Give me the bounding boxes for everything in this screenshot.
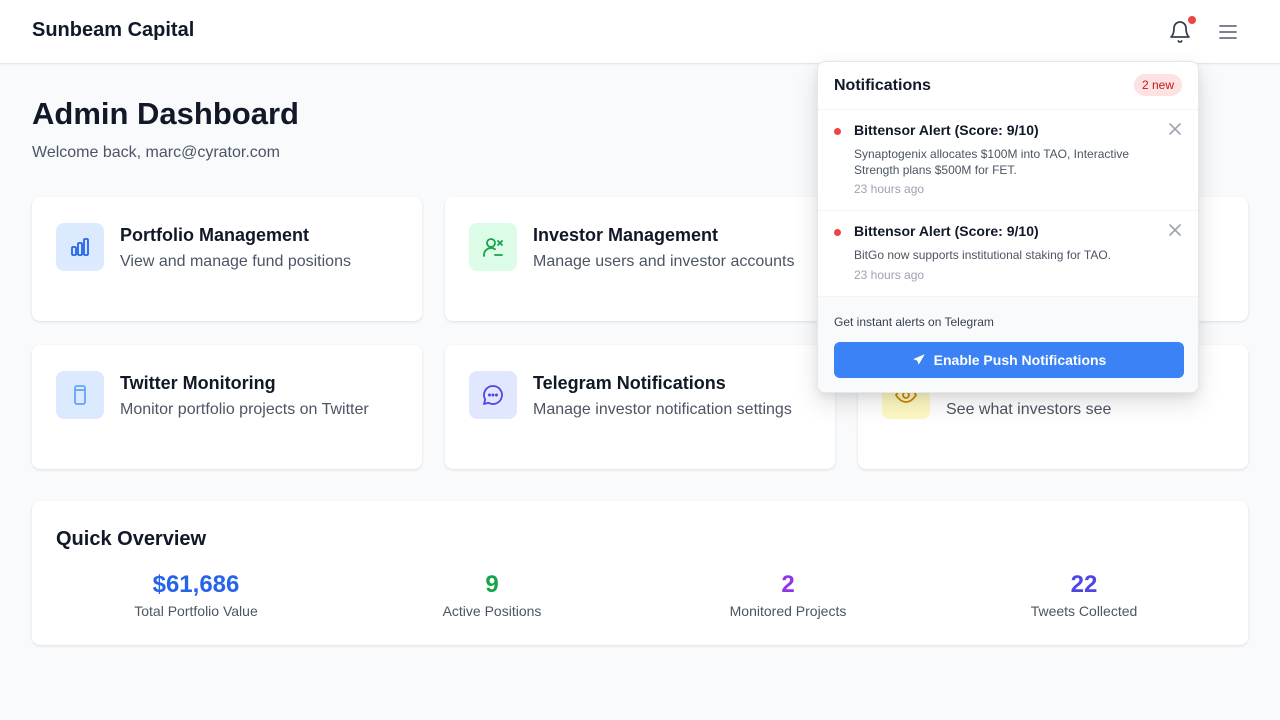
card-description: See what investors see [946, 401, 1112, 418]
quick-overview-title: Quick Overview [56, 528, 207, 550]
telegram-send-icon [912, 354, 925, 365]
stat-value: 2 [781, 571, 795, 598]
new-count-badge: 2 new [1133, 74, 1182, 96]
stat-total-portfolio-value: $61,686 Total Portfolio Value [48, 571, 344, 619]
close-icon[interactable] [1168, 223, 1182, 237]
stat-label: Tweets Collected [1030, 603, 1138, 619]
welcome-message: Welcome back, marc@cyrator.com [32, 144, 281, 161]
card-description: Manage users and investor accounts [533, 253, 795, 270]
portfolio-management-card[interactable]: Portfolio Management View and manage fun… [32, 197, 422, 321]
stat-value: 22 [1070, 571, 1098, 598]
bar-chart-icon [56, 223, 104, 271]
telegram-notifications-card[interactable]: Telegram Notifications Manage investor n… [445, 345, 835, 469]
card-title: Portfolio Management [120, 225, 310, 245]
enable-push-notifications-button[interactable]: Enable Push Notifications [834, 342, 1184, 378]
twitter-monitoring-card[interactable]: Twitter Monitoring Monitor portfolio pro… [32, 345, 422, 469]
close-icon[interactable] [1168, 122, 1182, 136]
stat-active-positions: 9 Active Positions [344, 571, 640, 619]
unread-dot [834, 229, 841, 236]
notification-time: 23 hours ago [854, 268, 925, 282]
investor-management-card[interactable]: Investor Management Manage users and inv… [445, 197, 835, 321]
notifications-title: Notifications [834, 77, 931, 94]
notification-body: Synaptogenix allocates $100M into TAO, I… [854, 147, 1130, 177]
stat-label: Total Portfolio Value [134, 603, 258, 619]
card-title: Telegram Notifications [533, 373, 726, 393]
notification-body: BitGo now supports institutional staking… [854, 248, 1112, 262]
stat-monitored-projects: 2 Monitored Projects [640, 571, 936, 619]
notification-time: 23 hours ago [854, 182, 925, 196]
top-navigation-bar: Sunbeam Capital [0, 0, 1280, 64]
card-description: Monitor portfolio projects on Twitter [120, 401, 369, 418]
card-title: Investor Management [533, 225, 719, 245]
unread-dot [834, 128, 841, 135]
telegram-promo-text: Get instant alerts on Telegram [834, 315, 994, 329]
card-description: Manage investor notification settings [533, 401, 792, 418]
notification-item[interactable]: Bittensor Alert (Score: 9/10) BitGo now … [818, 211, 1198, 297]
phone-icon [56, 371, 104, 419]
stat-label: Active Positions [442, 603, 542, 619]
stat-label: Monitored Projects [729, 603, 847, 619]
stat-value: $61,686 [152, 571, 240, 598]
page-title: Admin Dashboard [32, 96, 299, 131]
notifications-dropdown: Notifications 2 new Bittensor Alert (Sco… [817, 61, 1199, 393]
chat-bubble-icon [469, 371, 517, 419]
quick-overview-panel: Quick Overview $61,686 Total Portfolio V… [32, 501, 1248, 645]
notification-title: Bittensor Alert (Score: 9/10) [854, 223, 1039, 239]
stat-tweets-collected: 22 Tweets Collected [936, 571, 1232, 619]
card-description: View and manage fund positions [120, 253, 351, 270]
button-label: Enable Push Notifications [933, 352, 1107, 368]
bell-icon[interactable] [1168, 20, 1192, 44]
unread-indicator [1188, 16, 1196, 24]
card-title: Twitter Monitoring [120, 373, 276, 393]
user-manage-icon [469, 223, 517, 271]
notification-title: Bittensor Alert (Score: 9/10) [854, 122, 1039, 138]
notification-item[interactable]: Bittensor Alert (Score: 9/10) Synaptogen… [818, 110, 1198, 211]
notifications-footer: Get instant alerts on Telegram Enable Pu… [818, 297, 1198, 392]
stat-value: 9 [485, 571, 499, 598]
hamburger-menu-icon[interactable] [1216, 20, 1240, 44]
brand-name[interactable]: Sunbeam Capital [32, 19, 194, 42]
notifications-header: Notifications 2 new [818, 62, 1198, 110]
